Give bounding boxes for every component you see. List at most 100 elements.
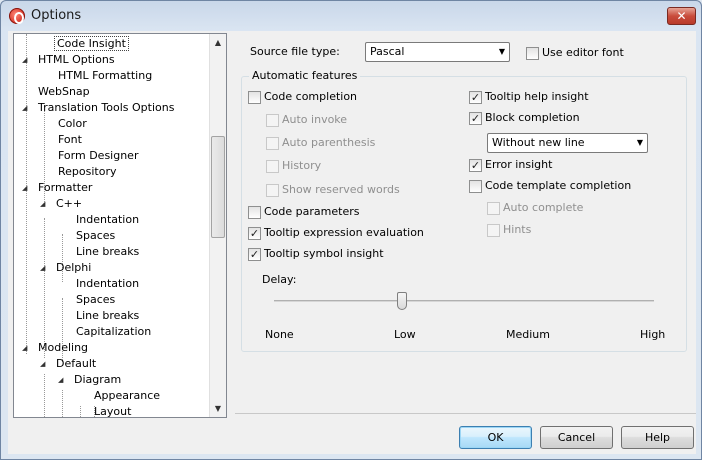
- tree-item-websnap[interactable]: WebSnap: [36, 84, 92, 100]
- collapse-icon[interactable]: ◢: [40, 196, 48, 212]
- check-icon: ✓: [469, 112, 482, 125]
- source-file-type-select[interactable]: Pascal ▼: [365, 42, 510, 62]
- tree-item-label: Form Designer: [58, 149, 139, 162]
- tree-item-repository[interactable]: Repository: [56, 164, 119, 180]
- dialog-body: Code Insight ◢ HTML Options HTML Formatt…: [8, 31, 696, 454]
- tree-item-form-designer[interactable]: Form Designer: [56, 148, 140, 164]
- scrollbar-thumb[interactable]: [211, 136, 225, 238]
- tree-item-delphi[interactable]: Delphi: [54, 260, 93, 276]
- checkbox-label: Tooltip expression evaluation: [264, 226, 424, 239]
- help-button[interactable]: Help: [621, 426, 694, 449]
- delay-tick-none: None: [265, 328, 294, 341]
- button-separator: [235, 413, 696, 414]
- options-dialog: Options ✕ Code Insight ◢ HTML Options HT…: [0, 0, 702, 460]
- collapse-icon[interactable]: ◢: [58, 372, 66, 388]
- tree-item-formatter[interactable]: Formatter: [36, 180, 94, 196]
- options-tree[interactable]: Code Insight ◢ HTML Options HTML Formatt…: [13, 33, 227, 418]
- checkbox-label: Hints: [503, 223, 532, 236]
- delay-slider-track[interactable]: [274, 300, 654, 302]
- tree-item-label: Indentation: [76, 277, 140, 290]
- delay-tick-low: Low: [394, 328, 416, 341]
- checkbox-box: [248, 91, 261, 104]
- tree-guide-line: [44, 218, 45, 358]
- checkbox-box: [266, 184, 279, 197]
- checkbox-box: [469, 180, 482, 193]
- delay-tick-high: High: [640, 328, 666, 341]
- tree-item-modeling[interactable]: Modeling: [36, 340, 90, 356]
- checkbox-box: [487, 224, 500, 237]
- check-icon: ✓: [469, 91, 482, 104]
- tree-item-cpp-spaces[interactable]: Spaces: [74, 228, 117, 244]
- checkbox-label: Tooltip help insight: [485, 90, 589, 103]
- collapse-icon[interactable]: ◢: [40, 356, 48, 372]
- title-bar[interactable]: Options ✕: [1, 1, 701, 31]
- tree-guide-line: [80, 406, 81, 417]
- tree-item-label: Color: [58, 117, 87, 130]
- scroll-up-icon[interactable]: ▲: [210, 34, 226, 51]
- block-completion-mode-value: Without new line: [492, 136, 585, 149]
- source-file-type-value: Pascal: [370, 45, 405, 58]
- collapse-icon[interactable]: ◢: [40, 260, 48, 276]
- tree-item-label: HTML Options: [38, 53, 115, 66]
- checkbox-box: [248, 206, 261, 219]
- tree-item-label: Code Insight: [54, 36, 129, 51]
- check-icon: ✓: [248, 227, 261, 240]
- checkbox-label: Auto invoke: [282, 113, 348, 126]
- collapse-icon[interactable]: ◢: [22, 340, 30, 356]
- tree-scrollbar[interactable]: ▲ ▼: [209, 34, 226, 417]
- source-file-type-label: Source file type:: [250, 45, 340, 58]
- close-icon: ✕: [676, 9, 687, 23]
- tree-item-font[interactable]: Font: [56, 132, 84, 148]
- tree-guide-line: [62, 390, 63, 417]
- tree-item-label: Capitalization: [76, 325, 152, 338]
- chevron-down-icon: ▼: [636, 138, 643, 147]
- cancel-button[interactable]: Cancel: [540, 426, 613, 449]
- delay-slider-thumb[interactable]: [397, 292, 407, 310]
- checkbox-label: Code parameters: [264, 205, 360, 218]
- tree-item-label: Line breaks: [76, 309, 140, 322]
- checkbox-label: Show reserved words: [282, 183, 400, 196]
- tree-item-color[interactable]: Color: [56, 116, 89, 132]
- tree-item-cpp-line-breaks[interactable]: Line breaks: [74, 244, 141, 260]
- tree-item-diagram[interactable]: Diagram: [72, 372, 123, 388]
- collapse-icon[interactable]: ◢: [22, 180, 30, 196]
- tree-item-code-insight[interactable]: Code Insight: [54, 36, 129, 52]
- checkbox-label: Use editor font: [542, 46, 624, 59]
- checkbox-label: Auto complete: [503, 201, 584, 214]
- window-title: Options: [31, 8, 82, 23]
- close-button[interactable]: ✕: [667, 7, 696, 25]
- checkbox-label: Tooltip symbol insight: [264, 247, 384, 260]
- checkbox-box: [526, 47, 539, 60]
- tree-item-delphi-indentation[interactable]: Indentation: [74, 276, 141, 292]
- tree-item-layout[interactable]: Layout: [92, 404, 133, 417]
- tree-item-html-options[interactable]: HTML Options: [36, 52, 117, 68]
- scroll-down-icon[interactable]: ▼: [210, 400, 226, 417]
- tree-item-label: HTML Formatting: [58, 69, 153, 82]
- tree-guide-line: [44, 374, 45, 417]
- tree-item-label: Formatter: [38, 181, 93, 194]
- tree-item-label: Spaces: [76, 229, 116, 242]
- tree-item-cpp[interactable]: C++: [54, 196, 84, 212]
- checkbox-label: Error insight: [485, 158, 553, 171]
- checkbox-box: [487, 202, 500, 215]
- checkbox-label: Code template completion: [485, 179, 632, 192]
- collapse-icon[interactable]: ◢: [22, 52, 30, 68]
- tree-item-label: WebSnap: [38, 85, 90, 98]
- collapse-icon[interactable]: ◢: [22, 100, 30, 116]
- tree-item-label: Font: [58, 133, 82, 146]
- ok-button[interactable]: OK: [459, 426, 532, 449]
- tree-item-default[interactable]: Default: [54, 356, 98, 372]
- tree-item-html-formatting[interactable]: HTML Formatting: [56, 68, 154, 84]
- tree-item-delphi-line-breaks[interactable]: Line breaks: [74, 308, 141, 324]
- app-icon: [9, 8, 25, 24]
- block-completion-mode-select[interactable]: Without new line ▼: [487, 133, 648, 153]
- tree-item-label: Diagram: [74, 373, 122, 386]
- tree-item-appearance[interactable]: Appearance: [92, 388, 162, 404]
- tree-item-label: Spaces: [76, 293, 116, 306]
- tree-item-cpp-indentation[interactable]: Indentation: [74, 212, 141, 228]
- tree-item-translation-tools[interactable]: Translation Tools Options: [36, 100, 176, 116]
- tree-item-capitalization[interactable]: Capitalization: [74, 324, 153, 340]
- checkbox-label: Code completion: [264, 90, 358, 103]
- tree-item-label: Default: [56, 357, 97, 370]
- tree-item-delphi-spaces[interactable]: Spaces: [74, 292, 117, 308]
